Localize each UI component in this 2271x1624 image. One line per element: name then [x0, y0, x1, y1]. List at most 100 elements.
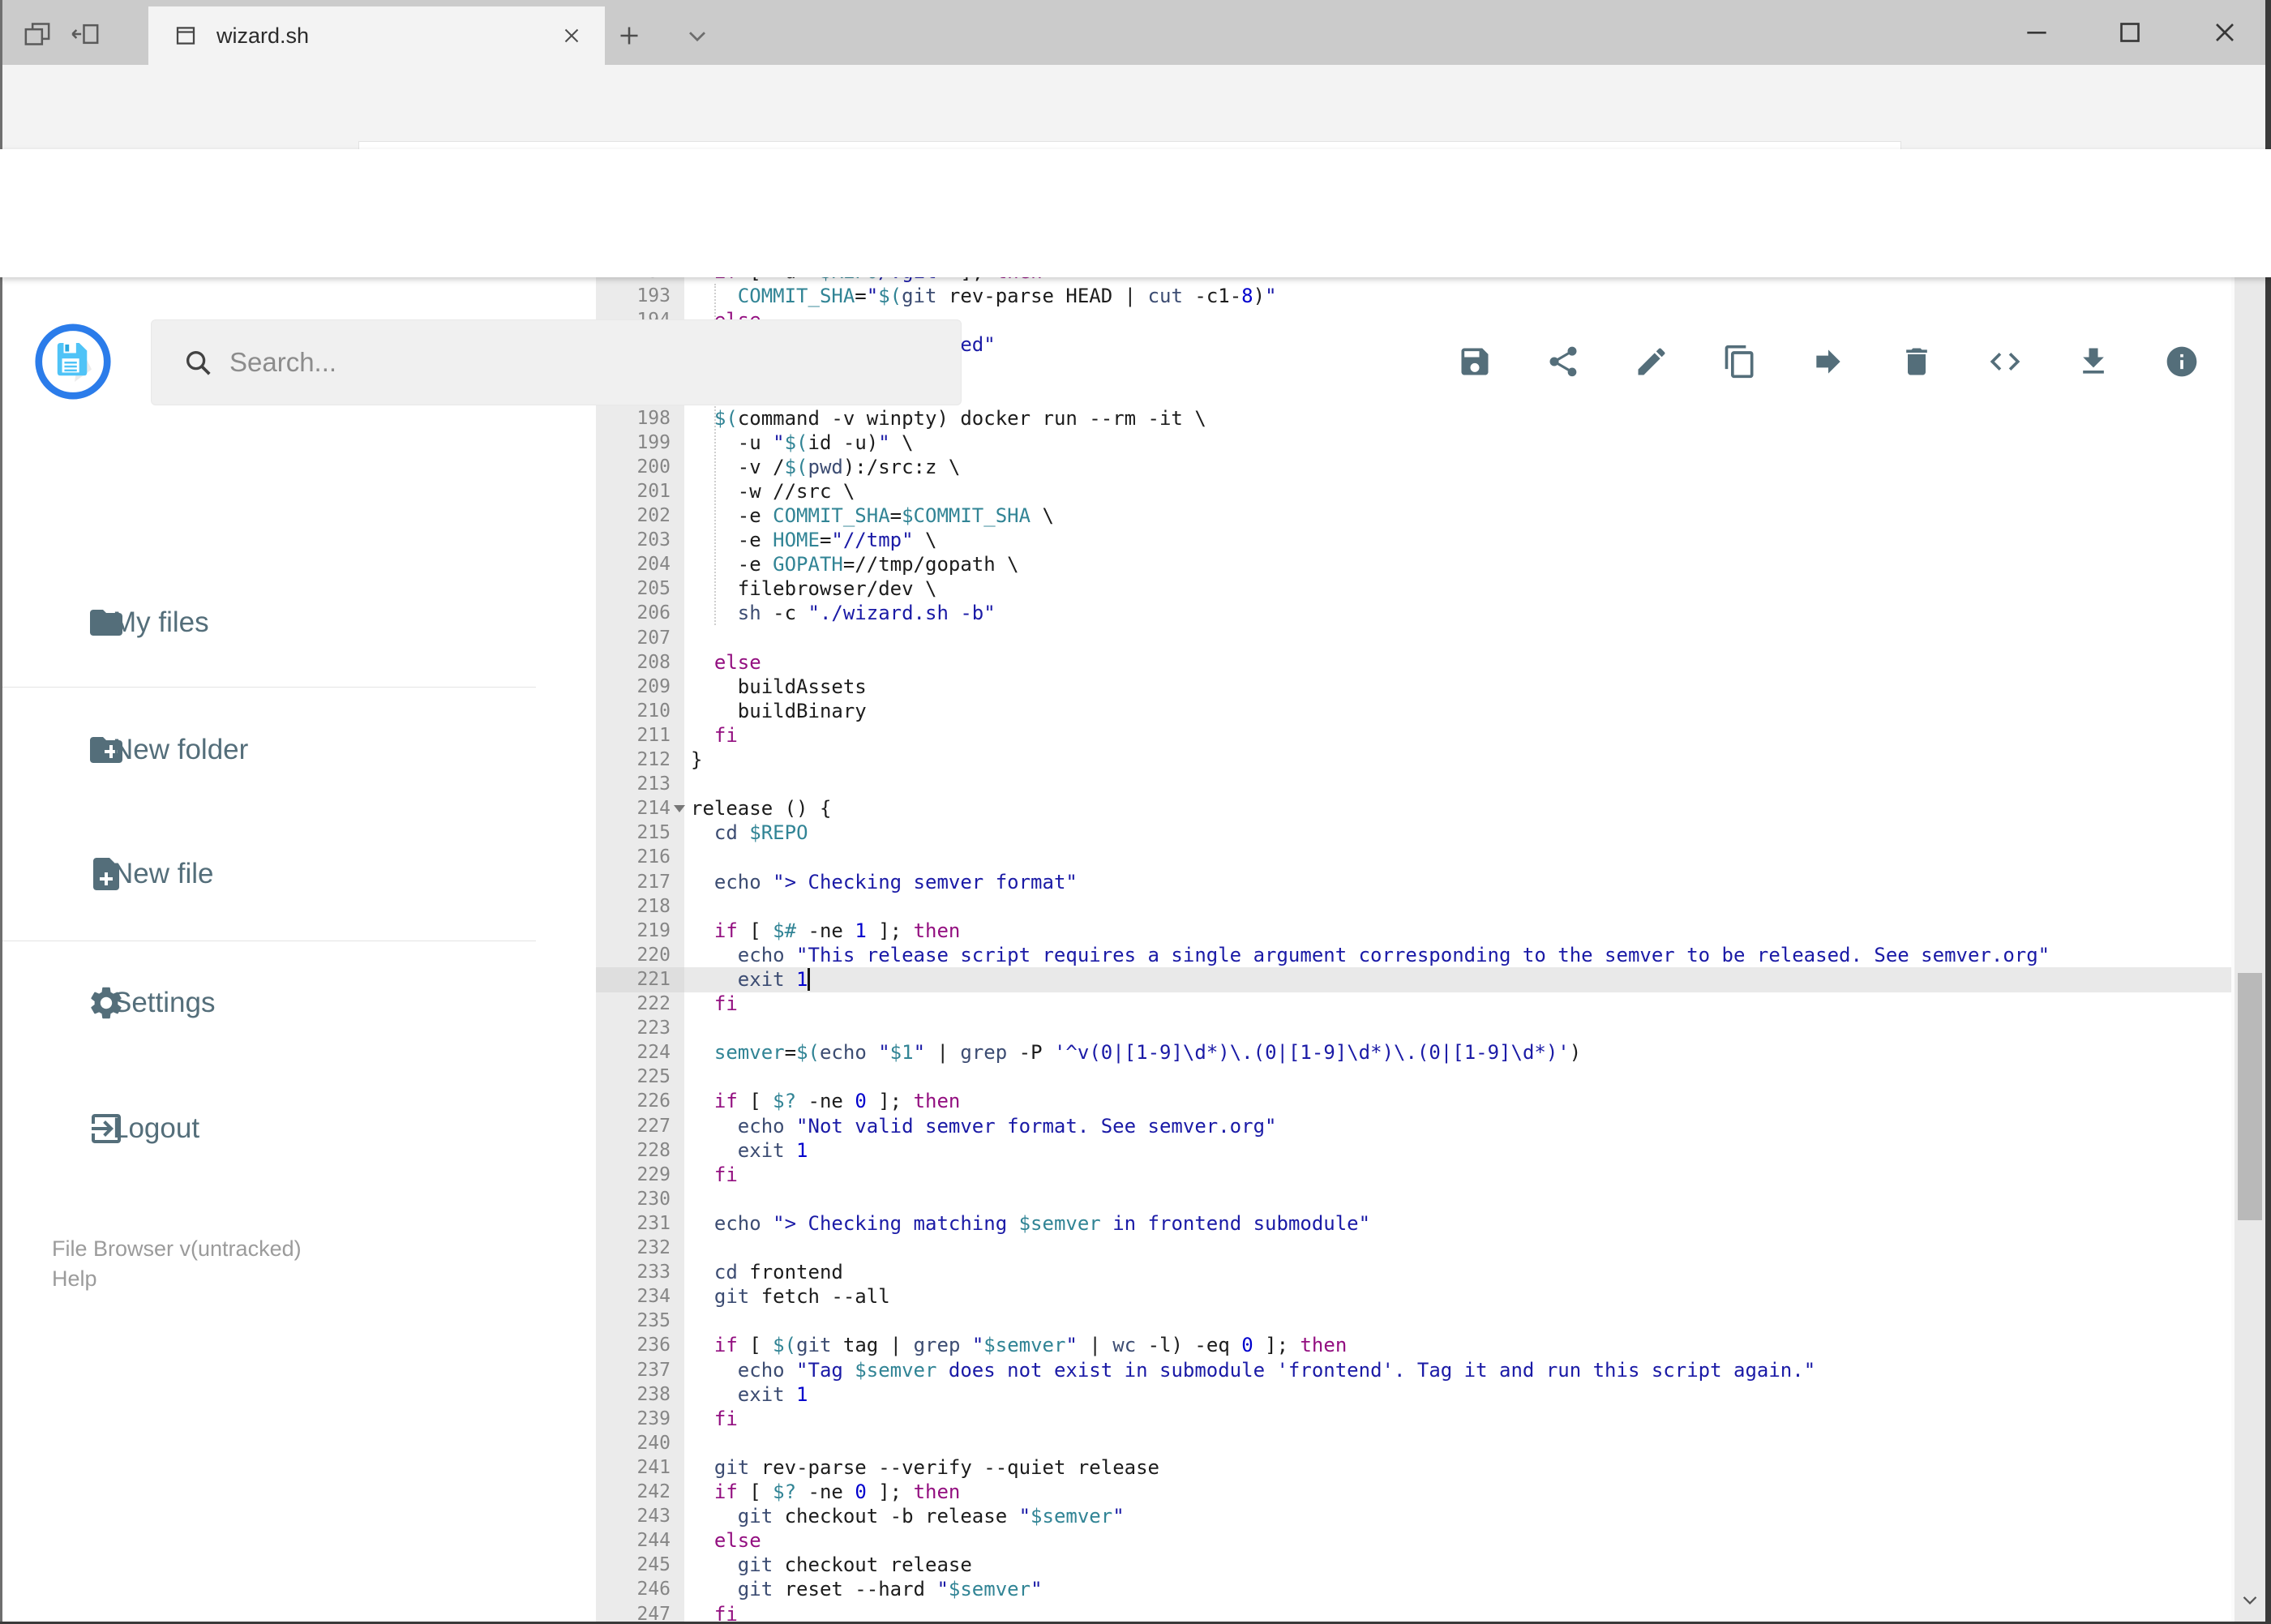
scrollbar-track[interactable] — [2235, 149, 2265, 1624]
editor-line-239[interactable]: 239 fi — [596, 1407, 2231, 1432]
help-link[interactable]: Help — [52, 1264, 302, 1294]
search-input[interactable] — [228, 346, 880, 379]
code-text[interactable]: echo "Not valid semver format. See semve… — [684, 1114, 2231, 1139]
editor-line-193[interactable]: 193 COMMIT_SHA="$(git rev-parse HEAD | c… — [596, 284, 2231, 309]
code-text[interactable]: -e HOME="//tmp" \ — [684, 528, 2231, 553]
code-text[interactable]: git fetch --all — [684, 1284, 2231, 1309]
editor-line-209[interactable]: 209 buildAssets — [596, 675, 2231, 700]
editor-line-247[interactable]: 247 fi — [596, 1602, 2231, 1624]
code-text[interactable]: echo "This release script requires a sin… — [684, 943, 2231, 968]
code-text[interactable]: echo "> Checking semver format" — [684, 870, 2231, 895]
editor-line-218[interactable]: 218 — [596, 894, 2231, 919]
code-text[interactable]: -u "$(id -u)" \ — [684, 431, 2231, 456]
editor-line-214[interactable]: 214 release () { — [596, 796, 2231, 821]
editor-line-205[interactable]: 205 filebrowser/dev \ — [596, 576, 2231, 602]
editor-line-212[interactable]: 212} — [596, 748, 2231, 773]
editor-line-199[interactable]: 199 -u "$(id -u)" \ — [596, 431, 2231, 456]
editor-line-213[interactable]: 213 — [596, 772, 2231, 797]
editor-line-223[interactable]: 223 — [596, 1016, 2231, 1041]
save-button[interactable] — [1457, 344, 1493, 379]
switch-editor-button[interactable] — [1987, 344, 2023, 379]
code-text[interactable]: fi — [684, 1163, 2231, 1188]
editor-line-246[interactable]: 246 git reset --hard "$semver" — [596, 1577, 2231, 1602]
code-text[interactable] — [684, 626, 2231, 651]
code-text[interactable]: sh -c "./wizard.sh -b" — [684, 601, 2231, 626]
download-button[interactable] — [2076, 344, 2111, 379]
editor-line-201[interactable]: 201 -w //src \ — [596, 479, 2231, 504]
code-text[interactable] — [684, 1236, 2231, 1261]
code-text[interactable]: fi — [684, 1407, 2231, 1432]
code-text[interactable]: echo "Tag $semver does not exist in subm… — [684, 1358, 2231, 1383]
code-text[interactable]: release () { — [684, 796, 2231, 821]
code-text[interactable]: -e GOPATH=//tmp/gopath \ — [684, 552, 2231, 577]
code-text[interactable]: -e COMMIT_SHA=$COMMIT_SHA \ — [684, 503, 2231, 529]
editor-line-221[interactable]: 221 exit 1 — [596, 966, 2231, 992]
code-text[interactable] — [684, 1016, 2231, 1041]
code-text[interactable]: git checkout -b release "$semver" — [684, 1504, 2231, 1529]
editor-line-233[interactable]: 233 cd frontend — [596, 1260, 2231, 1285]
code-text[interactable]: git rev-parse --verify --quiet release — [684, 1455, 2231, 1480]
code-text[interactable]: exit 1 — [684, 1138, 2231, 1163]
code-text[interactable]: filebrowser/dev \ — [684, 576, 2231, 602]
editor-line-238[interactable]: 238 exit 1 — [596, 1382, 2231, 1408]
editor-line-224[interactable]: 224 semver=$(echo "$1" | grep -P '^v(0|[… — [596, 1040, 2231, 1065]
code-text[interactable]: echo "> Checking matching $semver in fro… — [684, 1211, 2231, 1236]
fold-arrow-icon[interactable] — [674, 805, 685, 813]
editor-line-204[interactable]: 204 -e GOPATH=//tmp/gopath \ — [596, 552, 2231, 577]
editor-line-219[interactable]: 219 if [ $# -ne 1 ]; then — [596, 919, 2231, 944]
code-text[interactable] — [684, 894, 2231, 919]
code-text[interactable]: if [ $# -ne 1 ]; then — [684, 919, 2231, 944]
editor-line-227[interactable]: 227 echo "Not valid semver format. See s… — [596, 1114, 2231, 1139]
editor-line-244[interactable]: 244 else — [596, 1528, 2231, 1553]
code-text[interactable]: exit 1 — [684, 1382, 2231, 1408]
delete-button[interactable] — [1899, 344, 1935, 379]
tab-close-icon[interactable] — [559, 24, 584, 48]
editor-line-198[interactable]: 198 $(command -v winpty) docker run --rm… — [596, 406, 2231, 431]
code-text[interactable]: } — [684, 748, 2231, 773]
editor-line-207[interactable]: 207 — [596, 626, 2231, 651]
tab-list-chevron-icon[interactable] — [683, 21, 712, 50]
tab-preview-icon[interactable] — [21, 18, 54, 50]
editor-line-222[interactable]: 222 fi — [596, 992, 2231, 1017]
editor-line-200[interactable]: 200 -v /$(pwd):/src:z \ — [596, 455, 2231, 480]
editor-line-210[interactable]: 210 buildBinary — [596, 699, 2231, 724]
editor-line-217[interactable]: 217 echo "> Checking semver format" — [596, 870, 2231, 895]
sidebar-item-settings[interactable]: Settings — [2, 966, 538, 1040]
code-text[interactable]: fi — [684, 1602, 2231, 1624]
code-text[interactable]: fi — [684, 723, 2231, 748]
editor-line-234[interactable]: 234 git fetch --all — [596, 1284, 2231, 1309]
browser-tab[interactable]: wizard.sh — [148, 6, 605, 65]
editor-line-203[interactable]: 203 -e HOME="//tmp" \ — [596, 528, 2231, 553]
code-text[interactable] — [684, 1065, 2231, 1090]
code-text[interactable]: git checkout release — [684, 1553, 2231, 1578]
code-text[interactable] — [684, 1309, 2231, 1334]
code-text[interactable]: semver=$(echo "$1" | grep -P '^v(0|[1-9]… — [684, 1040, 2231, 1065]
editor-line-208[interactable]: 208 else — [596, 650, 2231, 675]
editor-line-202[interactable]: 202 -e COMMIT_SHA=$COMMIT_SHA \ — [596, 503, 2231, 529]
set-tabs-aside-icon[interactable] — [70, 18, 102, 50]
scroll-down-arrow-icon[interactable] — [2238, 1588, 2262, 1612]
code-text[interactable]: fi — [684, 992, 2231, 1017]
code-text[interactable]: $(command -v winpty) docker run --rm -it… — [684, 406, 2231, 431]
code-text[interactable] — [684, 1431, 2231, 1456]
window-maximize-button[interactable] — [2112, 16, 2148, 49]
code-text[interactable]: cd frontend — [684, 1260, 2231, 1285]
code-text[interactable] — [684, 1187, 2231, 1212]
editor-line-236[interactable]: 236 if [ $(git tag | grep "$semver" | wc… — [596, 1333, 2231, 1358]
info-button[interactable] — [2164, 344, 2200, 379]
editor-line-228[interactable]: 228 exit 1 — [596, 1138, 2231, 1163]
editor-line-235[interactable]: 235 — [596, 1309, 2231, 1334]
move-button[interactable] — [1810, 344, 1846, 379]
code-text[interactable]: if [ $? -ne 0 ]; then — [684, 1480, 2231, 1505]
sidebar-item-my-files[interactable]: My files — [2, 585, 538, 660]
editor-line-226[interactable]: 226 if [ $? -ne 0 ]; then — [596, 1089, 2231, 1114]
editor-line-225[interactable]: 225 — [596, 1065, 2231, 1090]
scrollbar-thumb[interactable] — [2238, 973, 2262, 1220]
editor-line-229[interactable]: 229 fi — [596, 1163, 2231, 1188]
editor-line-215[interactable]: 215 cd $REPO — [596, 821, 2231, 846]
editor-line-220[interactable]: 220 echo "This release script requires a… — [596, 943, 2231, 968]
code-text[interactable]: if [ $(git tag | grep "$semver" | wc -l)… — [684, 1333, 2231, 1358]
sidebar-item-logout[interactable]: Logout — [2, 1091, 538, 1166]
editor-line-242[interactable]: 242 if [ $? -ne 0 ]; then — [596, 1480, 2231, 1505]
code-text[interactable]: cd $REPO — [684, 821, 2231, 846]
